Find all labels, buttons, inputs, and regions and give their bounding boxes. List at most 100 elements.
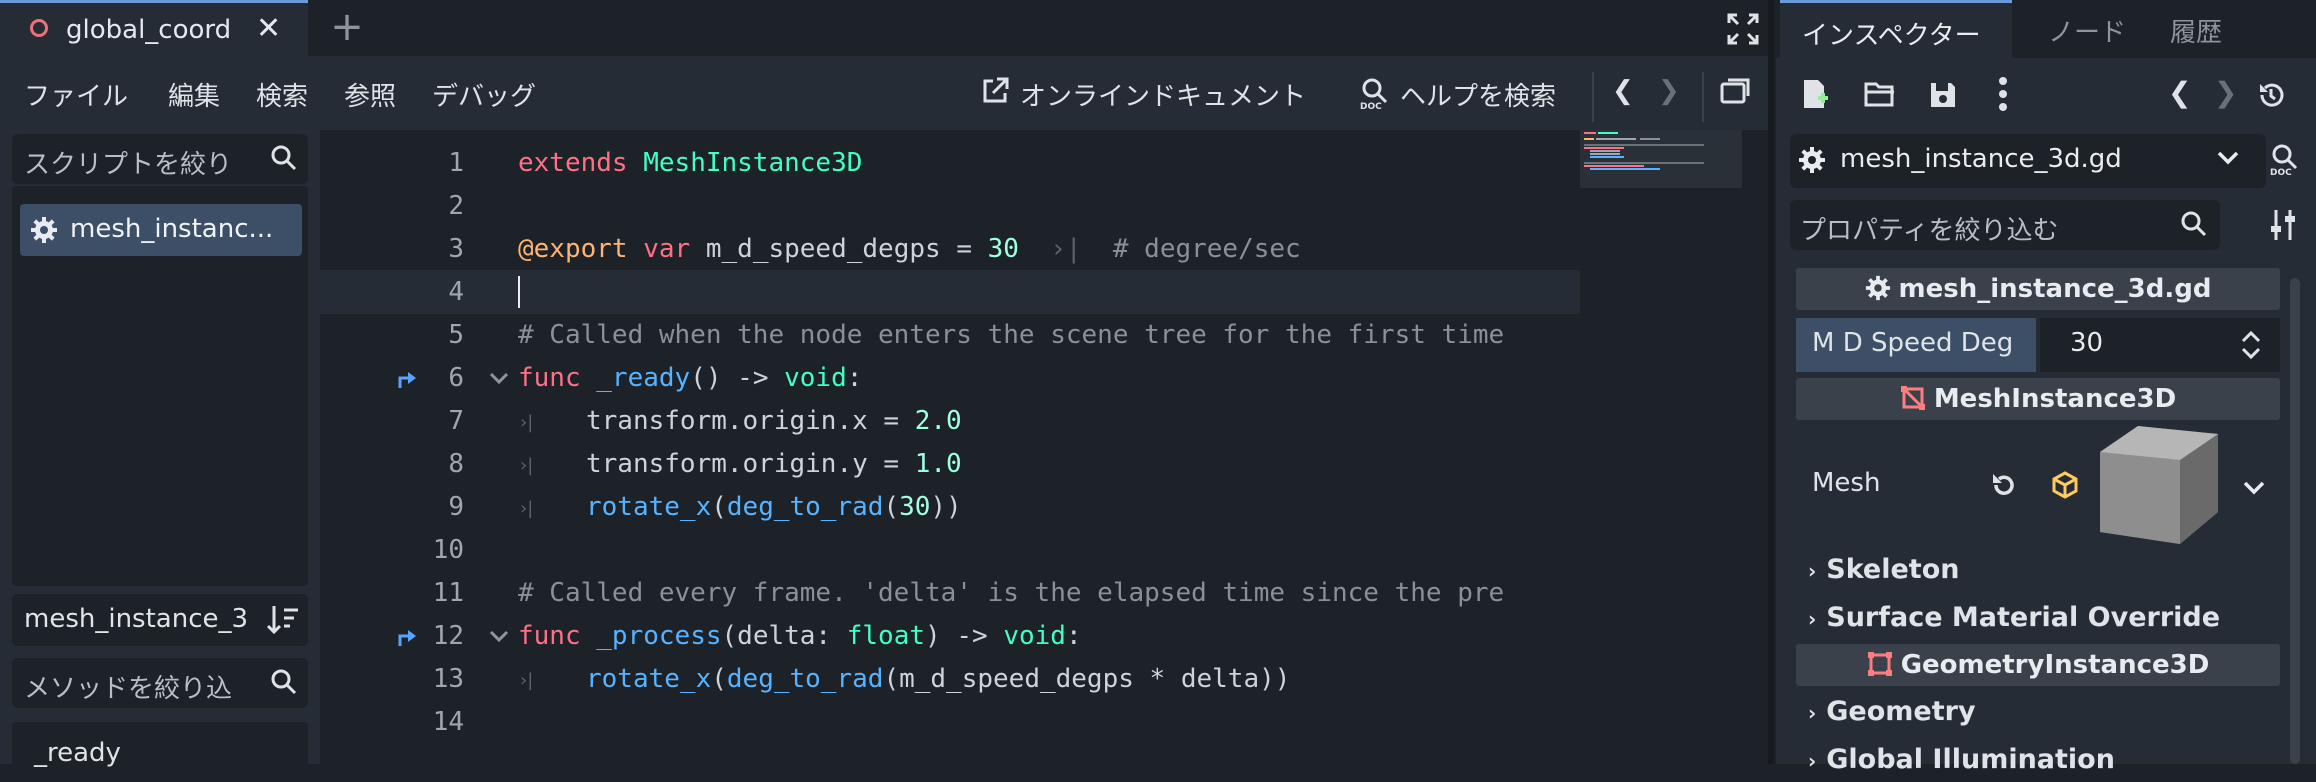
code-token: () -> [690,363,785,393]
inspector-scrollbar[interactable] [2290,278,2300,764]
distraction-free-icon[interactable] [1726,12,1760,46]
code-token: transform.origin.y = [586,449,915,479]
history-forward-button[interactable]: ❯ [2214,76,2237,109]
history-back-button[interactable]: ❮ [2168,76,2191,109]
close-icon[interactable]: ✕ [256,11,281,46]
geometry-instance-section-label: GeometryInstance3D [1796,650,2280,684]
method-filter-placeholder: メソッドを絞り込 [24,674,233,704]
menu-edit[interactable]: 編集 [168,76,220,113]
script-section-text: mesh_instance_3d.gd [1898,274,2212,304]
group-skeleton[interactable]: › Skeleton [1808,554,1959,585]
group-global-illumination[interactable]: › Global Illumination [1808,744,2115,775]
doc-search-icon: DOC [1358,76,1392,117]
spin-arrows-icon[interactable] [2240,328,2262,366]
current-script-label: mesh_instance_3 [12,594,308,646]
fold-chevron-icon[interactable] [488,626,510,651]
script-section-label: mesh_instance_3d.gd [1796,274,2280,308]
code-line: transform.origin.y = 1.0 [586,449,962,479]
code-token: @export [518,234,628,264]
menu-separator [1592,72,1594,122]
code-token: rotate_x [586,492,712,522]
tab-node[interactable]: ノード [2048,12,2126,49]
mesh-preview[interactable] [2098,424,2220,546]
tab-history[interactable]: 履歴 [2170,12,2222,49]
resource-name: mesh_instance_3d.gd [1840,144,2122,174]
code-line: # Called when the node enters the scene … [518,320,1576,350]
gear-icon [1798,146,1826,178]
menu-file[interactable]: ファイル [24,76,128,113]
scene-icon [30,19,48,37]
script-list-item[interactable]: mesh_instanc... [20,204,302,256]
line-number: 3 [448,234,464,264]
chevron-right-icon: › [1808,607,1817,631]
code-line: func _ready() -> void: [518,363,862,393]
property-filter-placeholder: プロパティを絞り込む [1800,216,2059,246]
property-value: 30 [2070,328,2104,358]
new-resource-icon[interactable] [1800,78,1830,118]
code-token: func [518,621,581,651]
code-line: transform.origin.x = 2.0 [586,406,962,436]
current-script-name: mesh_instance_3 [24,604,249,634]
toggle-panel-icon[interactable] [1720,76,1752,113]
gear-icon [1865,275,1891,308]
override-icon[interactable] [396,624,420,654]
menu-debug[interactable]: デバッグ [432,76,536,113]
code-token: func [518,363,581,393]
tab-inspector[interactable]: インスペクター [1780,0,2012,58]
code-token: ( [711,492,727,522]
revert-icon[interactable] [1988,470,2018,504]
property-filter-input[interactable]: プロパティを絞り込む [1790,200,2220,250]
method-filter-input[interactable]: メソッドを絞り込 [12,658,308,708]
code-token: deg_to_rad [726,664,884,694]
add-tab-button[interactable]: + [322,2,372,52]
line-number: 6 [448,363,464,393]
script-filter-input[interactable]: スクリプトを絞り [12,134,308,184]
line-number: 4 [448,277,464,307]
search-help-button[interactable]: ヘルプを検索 [1400,76,1556,113]
code-token: MeshInstance3D [643,148,863,178]
group-label: Skeleton [1826,554,1960,585]
property-value-spinbox[interactable]: 30 [2040,318,2280,372]
group-geometry[interactable]: › Geometry [1808,696,1976,727]
menu-goto[interactable]: 参照 [344,76,396,113]
fold-chevron-icon[interactable] [488,368,510,393]
tab-global-coord[interactable]: global_coord ✕ [0,0,308,56]
save-icon[interactable] [1928,80,1958,118]
geometry-instance-section-text: GeometryInstance3D [1900,650,2210,680]
menu-search[interactable]: 検索 [256,76,308,113]
group-label: Global Illumination [1826,744,2115,775]
history-icon[interactable] [2256,80,2286,118]
chevron-down-icon[interactable] [2242,478,2266,502]
sort-icon[interactable] [266,604,300,640]
group-surface-material-override[interactable]: › Surface Material Override [1808,602,2220,633]
line-number: 12 [432,621,464,651]
code-token: : [1065,621,1082,651]
nav-back-button[interactable]: ❮ [1612,76,1634,106]
line-number: 8 [448,449,464,479]
code-minimap[interactable] [1580,130,1742,188]
online-docs-button[interactable]: オンラインドキュメント [1020,76,1306,113]
svg-text:DOC: DOC [1360,102,1382,110]
code-token: extends [518,148,628,178]
resource-selector[interactable]: mesh_instance_3d.gd [1790,134,2266,188]
tab-indicator-icon: ›| [520,670,534,691]
code-token: # degree/sec [1112,234,1301,264]
property-name: M D Speed Deg [1796,318,2036,372]
current-line-highlight [320,270,1580,314]
code-token: deg_to_rad [726,492,884,522]
line-number: 13 [432,664,464,694]
doc-search-icon[interactable]: DOC [2268,142,2302,180]
nav-forward-button[interactable]: ❯ [1658,76,1680,106]
override-icon[interactable] [396,366,420,396]
panel-divider[interactable] [1768,0,1774,764]
folder-open-icon[interactable] [1864,80,1896,116]
code-token: 2.0 [914,406,962,436]
code-line: func _process(delta: float) -> void: [518,621,1082,651]
text-caret [518,276,520,308]
code-token: (delta: [721,621,847,651]
gear-icon [30,216,58,248]
line-number: 5 [448,320,464,350]
more-options-icon[interactable] [1998,76,2008,120]
code-line: extends MeshInstance3D [518,148,862,178]
tools-icon[interactable] [2268,208,2298,246]
